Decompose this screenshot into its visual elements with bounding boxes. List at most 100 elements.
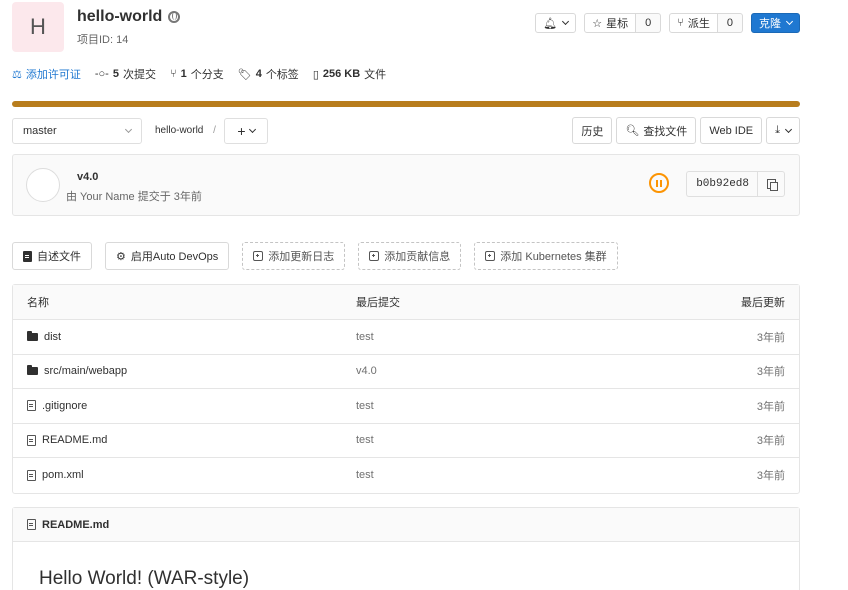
row-date: 3年前 xyxy=(756,400,785,413)
project-stats: ⚖︎ 添加许可证 -○- 5 次提交 ⑂ 1 个分支 🏷︎ 4 个标签 ▯ 25… xyxy=(12,66,386,82)
auto-devops-label: 启用Auto DevOps xyxy=(130,251,219,263)
add-license-link[interactable]: ⚖︎ 添加许可证 xyxy=(12,66,81,82)
row-name[interactable]: src/main/webapp xyxy=(44,365,127,377)
branch-name: master xyxy=(23,125,57,137)
file-icon xyxy=(27,469,36,481)
table-row[interactable]: pom.xml test 3年前 xyxy=(13,458,799,493)
file-icon xyxy=(27,519,36,530)
gear-icon: ⚙ xyxy=(116,250,126,263)
commits-link[interactable]: -○- 5 次提交 xyxy=(95,66,156,82)
add-kubernetes-button[interactable]: 添加 Kubernetes 集群 xyxy=(474,242,618,270)
storage-link[interactable]: ▯ 256 KB 文件 xyxy=(313,66,386,82)
table-row[interactable]: .gitignore test 3年前 xyxy=(13,389,799,424)
plus-square-icon xyxy=(369,251,380,261)
table-row[interactable]: dist test 3年前 xyxy=(13,320,799,355)
chevron-down-icon xyxy=(248,125,256,134)
file-icon xyxy=(27,400,36,412)
row-name-cell: src/main/webapp xyxy=(13,365,356,377)
row-commit[interactable]: v4.0 xyxy=(356,365,679,377)
branches-link[interactable]: ⑂ 1 个分支 xyxy=(170,66,224,82)
add-changelog-button[interactable]: 添加更新日志 xyxy=(242,242,346,270)
plus-square-icon xyxy=(253,251,264,261)
table-row[interactable]: src/main/webapp v4.0 3年前 xyxy=(13,355,799,389)
row-date: 3年前 xyxy=(756,331,785,344)
chevron-down-icon xyxy=(785,17,794,26)
row-commit[interactable]: test xyxy=(356,469,679,481)
row-commit[interactable]: test xyxy=(356,434,679,446)
readme-panel: README.md Hello World! (WAR-style) xyxy=(12,507,800,590)
find-file-button[interactable]: 🔍︎ 查找文件 xyxy=(616,117,697,144)
fork-count[interactable]: 0 xyxy=(717,13,743,33)
document-icon xyxy=(23,250,32,262)
clone-button[interactable]: 克隆 xyxy=(751,13,800,33)
download-icon: ⤓ xyxy=(775,124,780,136)
auto-devops-button[interactable]: ⚙ 启用Auto DevOps xyxy=(105,242,230,270)
row-commit[interactable]: test xyxy=(356,331,679,343)
project-id: 项目ID: 14 xyxy=(77,34,129,46)
row-name[interactable]: dist xyxy=(44,331,61,343)
repository-languages-bar xyxy=(12,101,800,107)
language-bar-segment xyxy=(12,101,800,107)
breadcrumb: hello-world / xyxy=(155,125,216,136)
row-date: 3年前 xyxy=(756,470,785,483)
chevron-down-icon xyxy=(784,125,793,133)
row-name[interactable]: .gitignore xyxy=(42,400,87,412)
commit-icon: -○- xyxy=(94,68,109,80)
star-button[interactable]: ☆ 星标 xyxy=(584,13,637,33)
tags-label: 个标签 xyxy=(265,69,299,81)
author-avatar[interactable] xyxy=(26,168,60,202)
fork-label: 派生 xyxy=(687,18,710,30)
project-name[interactable]: hello-world xyxy=(77,8,162,26)
row-date: 3年前 xyxy=(756,366,785,379)
branch-icon: ⑂ xyxy=(169,68,177,80)
copy-sha-button[interactable] xyxy=(757,171,785,197)
search-icon: 🔍︎ xyxy=(625,125,640,137)
web-ide-button[interactable]: Web IDE xyxy=(700,117,763,144)
project-title: hello-world xyxy=(77,8,181,26)
public-visibility-icon xyxy=(168,11,181,23)
header-last-commit: 最后提交 xyxy=(356,297,400,309)
commit-meta: 由 Your Name 提交于 3年前 xyxy=(66,191,202,203)
row-name-cell: pom.xml xyxy=(13,469,356,481)
add-contributing-label: 添加贡献信息 xyxy=(384,251,451,263)
bell-icon: 🔔︎ xyxy=(543,17,558,30)
readme-filename[interactable]: README.md xyxy=(42,519,109,531)
file-icon: ▯ xyxy=(312,68,319,81)
fork-button[interactable]: ⑂ 派生 xyxy=(669,13,718,33)
header-name: 名称 xyxy=(27,297,49,309)
star-count[interactable]: 0 xyxy=(636,13,662,33)
commit-sha[interactable]: b0b92ed8 xyxy=(686,171,758,197)
history-button[interactable]: 历史 xyxy=(572,117,613,144)
plus-square-icon xyxy=(485,251,496,261)
branch-selector[interactable]: master xyxy=(12,118,142,144)
storage-size: 256 KB xyxy=(322,68,361,80)
folder-icon xyxy=(27,365,38,376)
breadcrumb-root[interactable]: hello-world xyxy=(155,125,203,136)
readme-button[interactable]: 自述文件 xyxy=(12,242,92,270)
star-icon: ☆ xyxy=(592,17,603,30)
star-group: ☆ 星标 0 xyxy=(584,13,662,33)
row-name[interactable]: pom.xml xyxy=(42,469,84,481)
folder-icon xyxy=(27,330,38,341)
tree-controls: 历史 🔍︎ 查找文件 Web IDE ⤓ xyxy=(572,117,800,144)
chevron-down-icon xyxy=(562,17,570,26)
commit-title[interactable]: v4.0 xyxy=(77,171,98,183)
row-name-cell: README.md xyxy=(13,434,356,446)
add-contributing-button[interactable]: 添加贡献信息 xyxy=(358,242,462,270)
row-commit[interactable]: test xyxy=(356,400,679,412)
notification-dropdown[interactable]: 🔔︎ xyxy=(535,13,577,33)
branches-label: 个分支 xyxy=(190,69,224,81)
download-dropdown[interactable]: ⤓ xyxy=(766,117,800,144)
add-to-tree-dropdown[interactable]: + xyxy=(224,118,268,144)
row-date: 3年前 xyxy=(756,435,785,448)
table-row[interactable]: README.md test 3年前 xyxy=(13,424,799,458)
row-name-cell: .gitignore xyxy=(13,400,356,412)
pipeline-status-icon[interactable] xyxy=(649,173,669,193)
clone-label: 克隆 xyxy=(759,18,781,30)
tags-link[interactable]: 🏷︎ 4 个标签 xyxy=(238,66,299,82)
row-name[interactable]: README.md xyxy=(42,434,107,446)
chevron-down-icon xyxy=(124,125,133,134)
readme-header: README.md xyxy=(13,508,799,542)
add-license-label: 添加许可证 xyxy=(25,69,81,81)
file-icon xyxy=(27,434,36,446)
